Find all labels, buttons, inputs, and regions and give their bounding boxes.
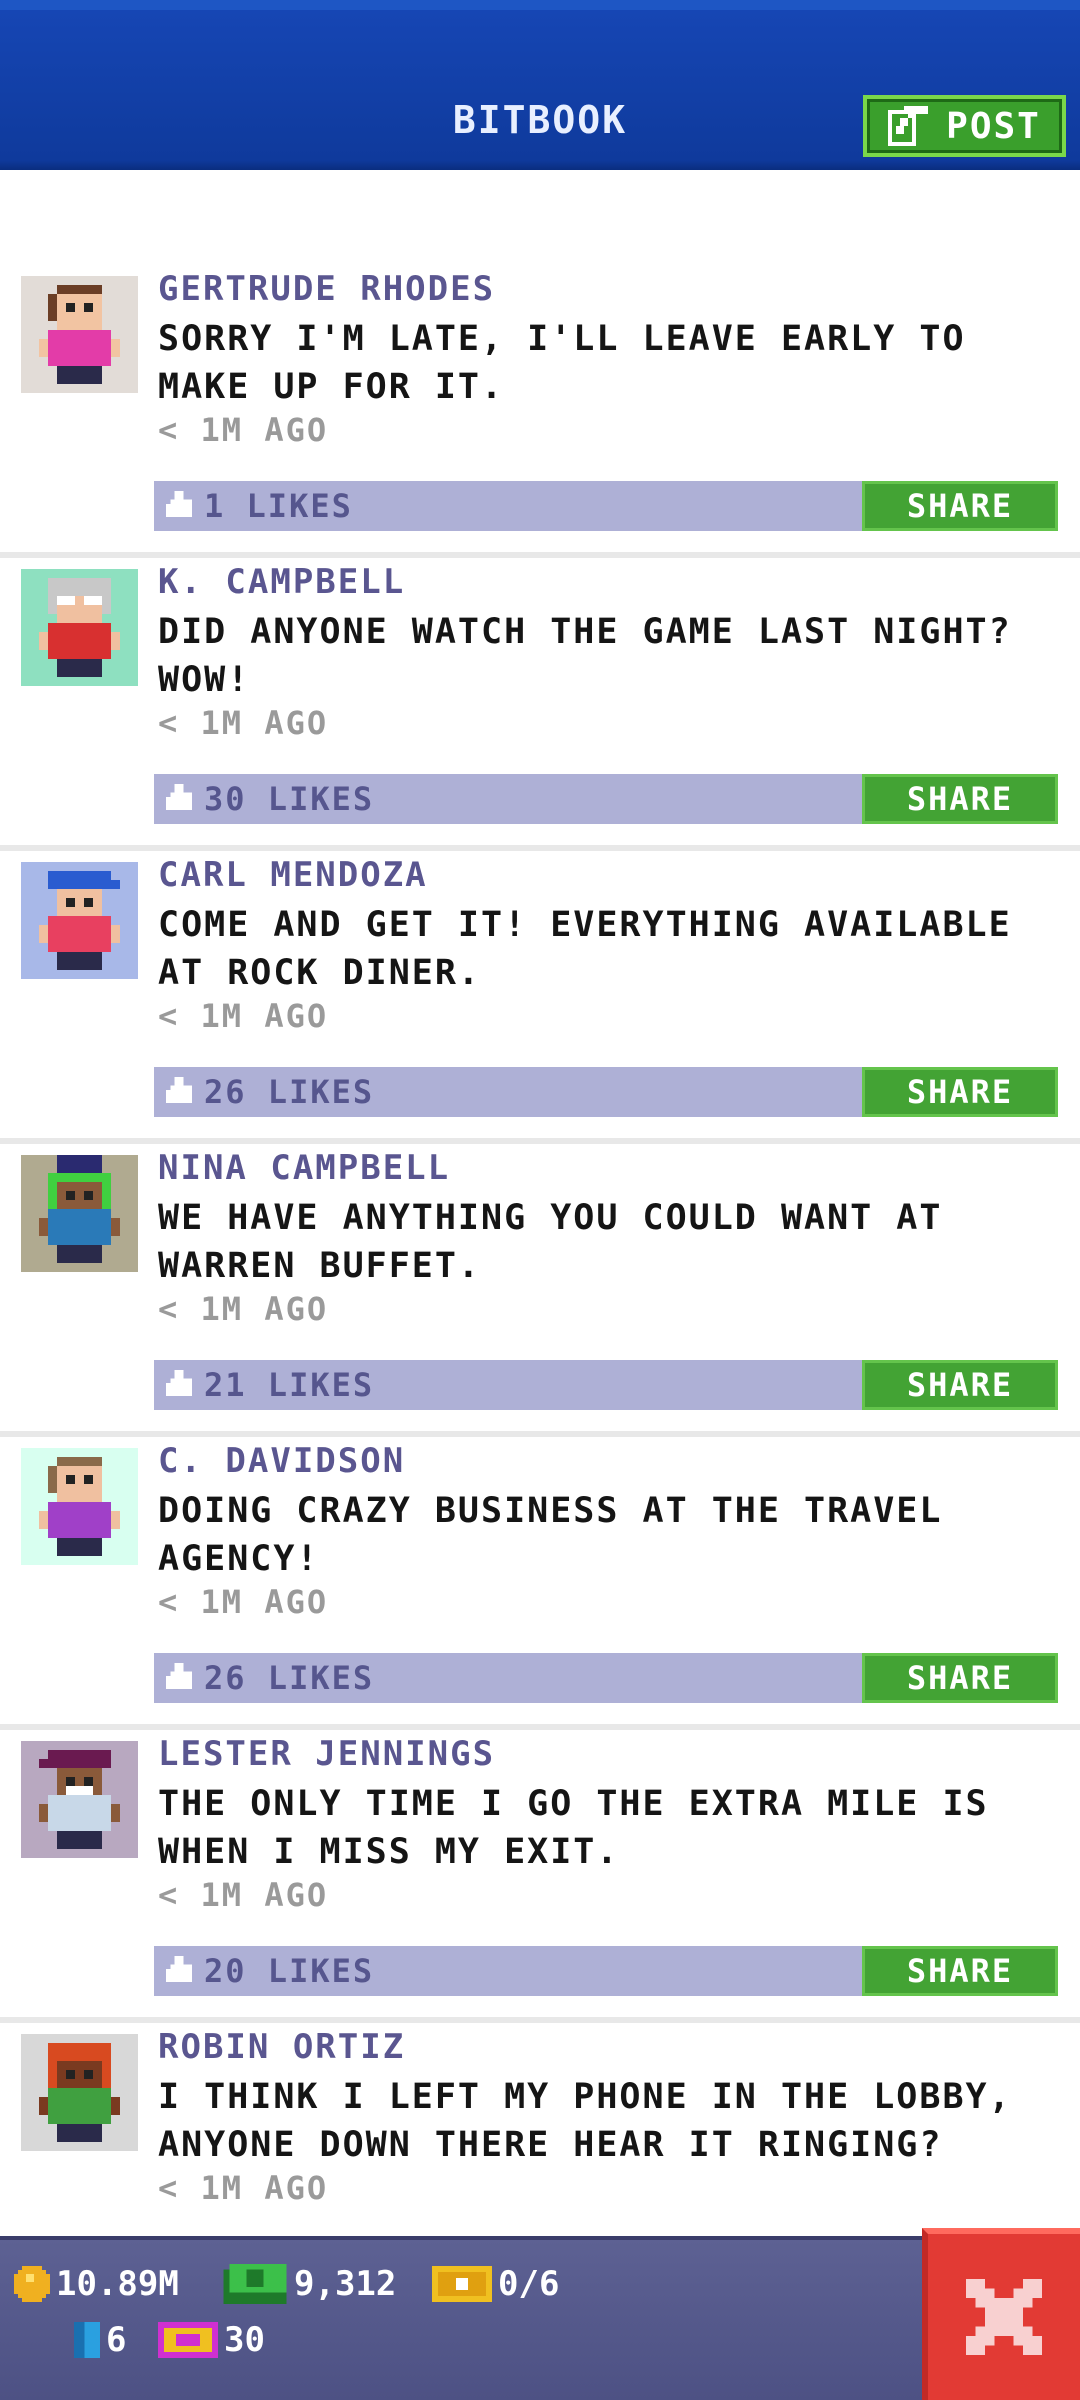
avatar[interactable] xyxy=(21,1155,138,1272)
like-icon xyxy=(166,1956,192,1982)
post-author: K. CAMPBELL xyxy=(158,562,406,602)
status-bar: 10.89M 9,312 0/6 6 30 xyxy=(0,2236,1080,2400)
tickets-stat: 0/6 xyxy=(432,2264,559,2304)
post-message: COME AND GET IT! EVERYTHING AVAILABLE AT… xyxy=(158,905,1012,993)
like-icon xyxy=(166,1663,192,1689)
share-button[interactable]: SHARE xyxy=(862,1653,1058,1703)
close-button[interactable] xyxy=(922,2228,1080,2400)
key-icon xyxy=(74,2322,100,2358)
share-button[interactable]: SHARE xyxy=(862,1067,1058,1117)
post-time: < 1M AGO xyxy=(158,411,329,449)
header-bar: BITBOOK POST xyxy=(0,0,1080,170)
post-time: < 1M AGO xyxy=(158,1876,329,1914)
feed-post: GERTRUDE RHODES SORRY I'M LATE, I'LL LEA… xyxy=(0,265,1080,558)
like-count: 26 LIKES xyxy=(204,1659,375,1697)
post-time: < 1M AGO xyxy=(158,1290,329,1328)
coin-icon xyxy=(14,2266,50,2302)
like-icon xyxy=(166,1077,192,1103)
bitbook-screen: BITBOOK POST GERTRUDE RHODES SORRY I'M L… xyxy=(0,0,1080,2400)
post-message: DID ANYONE WATCH THE GAME LAST NIGHT? WO… xyxy=(158,612,1012,700)
avatar[interactable] xyxy=(21,1741,138,1858)
coins-value: 10.89M xyxy=(56,2264,179,2304)
post-message: WE HAVE ANYTHING YOU COULD WANT AT WARRE… xyxy=(158,1198,943,1286)
like-bar[interactable]: 30 LIKES SHARE xyxy=(154,774,1058,824)
share-button[interactable]: SHARE xyxy=(862,1360,1058,1410)
post-author: LESTER JENNINGS xyxy=(158,1734,496,1774)
post-author: GERTRUDE RHODES xyxy=(158,269,496,309)
post-author: NINA CAMPBELL xyxy=(158,1148,451,1188)
post-author: C. DAVIDSON xyxy=(158,1441,406,1481)
post-message: THE ONLY TIME I GO THE EXTRA MILE IS WHE… xyxy=(158,1784,989,1872)
vip-stat: 30 xyxy=(158,2320,265,2360)
coins-stat: 10.89M xyxy=(14,2264,179,2304)
like-count: 1 LIKES xyxy=(204,487,353,525)
post-button[interactable]: POST xyxy=(863,95,1066,157)
like-icon xyxy=(166,1370,192,1396)
post-button-label: POST xyxy=(946,105,1041,147)
vip-value: 30 xyxy=(224,2320,265,2360)
bux-icon xyxy=(223,2264,287,2304)
like-count: 30 LIKES xyxy=(204,780,375,818)
share-button[interactable]: SHARE xyxy=(862,1946,1058,1996)
post-author: ROBIN ORTIZ xyxy=(158,2027,406,2067)
like-bar[interactable]: 1 LIKES SHARE xyxy=(154,481,1058,531)
avatar[interactable] xyxy=(21,276,138,393)
post-message: DOING CRAZY BUSINESS AT THE TRAVEL AGENC… xyxy=(158,1491,943,1579)
post-time: < 1M AGO xyxy=(158,1583,329,1621)
post-time: < 1M AGO xyxy=(158,2169,329,2207)
avatar[interactable] xyxy=(21,1448,138,1565)
post-author: CARL MENDOZA xyxy=(158,855,428,895)
feed-post: K. CAMPBELL DID ANYONE WATCH THE GAME LA… xyxy=(0,558,1080,851)
post-message: SORRY I'M LATE, I'LL LEAVE EARLY TO MAKE… xyxy=(158,319,966,407)
avatar[interactable] xyxy=(21,2034,138,2151)
like-count: 26 LIKES xyxy=(204,1073,375,1111)
post-time: < 1M AGO xyxy=(158,704,329,742)
feed-post: CARL MENDOZA COME AND GET IT! EVERYTHING… xyxy=(0,851,1080,1144)
keys-value: 6 xyxy=(106,2320,127,2360)
feed-post: C. DAVIDSON DOING CRAZY BUSINESS AT THE … xyxy=(0,1437,1080,1730)
share-button[interactable]: SHARE xyxy=(862,481,1058,531)
share-button[interactable]: SHARE xyxy=(862,774,1058,824)
tickets-value: 0/6 xyxy=(498,2264,560,2304)
avatar[interactable] xyxy=(21,862,138,979)
like-bar[interactable]: 20 LIKES SHARE xyxy=(154,1946,1058,1996)
feed-post: LESTER JENNINGS THE ONLY TIME I GO THE E… xyxy=(0,1730,1080,2023)
keys-stat: 6 xyxy=(74,2320,126,2360)
close-icon xyxy=(966,2279,1042,2355)
like-icon xyxy=(166,784,192,810)
like-icon xyxy=(166,491,192,517)
like-count: 20 LIKES xyxy=(204,1952,375,1990)
ticket-icon xyxy=(432,2266,492,2302)
like-count: 21 LIKES xyxy=(204,1366,375,1404)
bux-value: 9,312 xyxy=(294,2264,397,2304)
like-bar[interactable]: 21 LIKES SHARE xyxy=(154,1360,1058,1410)
bux-stat: 9,312 xyxy=(222,2264,396,2304)
post-time: < 1M AGO xyxy=(158,997,329,1035)
feed-list: GERTRUDE RHODES SORRY I'M LATE, I'LL LEA… xyxy=(0,265,1080,2316)
edit-icon xyxy=(888,106,929,146)
post-message: I THINK I LEFT MY PHONE IN THE LOBBY, AN… xyxy=(158,2077,1012,2165)
feed-post: NINA CAMPBELL WE HAVE ANYTHING YOU COULD… xyxy=(0,1144,1080,1437)
like-bar[interactable]: 26 LIKES SHARE xyxy=(154,1067,1058,1117)
avatar[interactable] xyxy=(21,569,138,686)
vip-icon xyxy=(158,2322,218,2358)
like-bar[interactable]: 26 LIKES SHARE xyxy=(154,1653,1058,1703)
